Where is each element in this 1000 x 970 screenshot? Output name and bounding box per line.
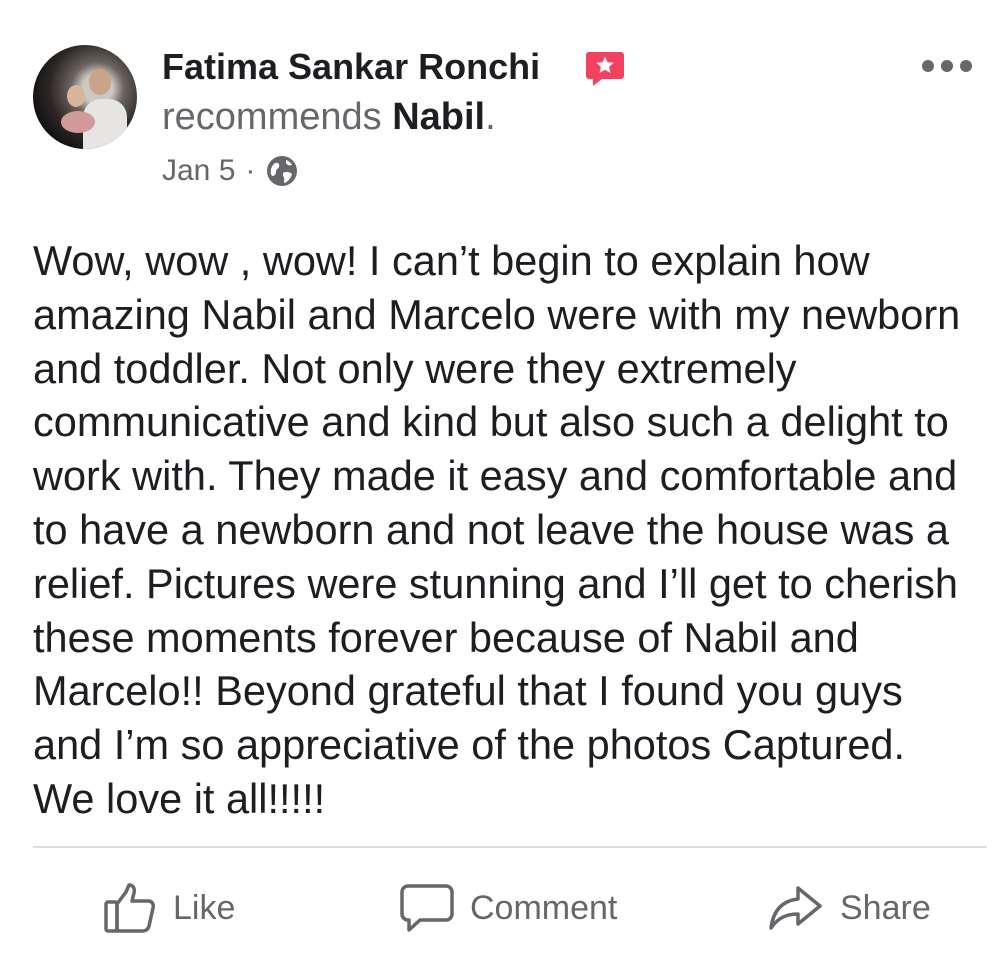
- like-button[interactable]: Like: [103, 878, 235, 938]
- like-label: Like: [173, 888, 236, 927]
- more-dot: [941, 60, 953, 72]
- post-date[interactable]: Jan 5: [162, 154, 235, 188]
- post-body-text: Wow, wow , wow! I can’t begin to explain…: [33, 237, 961, 822]
- more-dot: [960, 60, 972, 72]
- avatar-photo-baby: [61, 111, 95, 133]
- comment-label: Comment: [470, 888, 618, 927]
- more-dot: [922, 60, 934, 72]
- author-name[interactable]: Fatima Sankar Ronchi: [162, 46, 540, 88]
- share-label: Share: [840, 888, 931, 927]
- recommendation-post: Fatima Sankar Ronchi recommends Nabil. J…: [0, 0, 1000, 970]
- share-button[interactable]: Share: [768, 878, 931, 938]
- meta-separator: ·: [245, 154, 256, 187]
- recommendation-suffix: .: [485, 96, 496, 138]
- recommendation-line: recommends Nabil.: [162, 96, 496, 139]
- avatar-photo-person: [67, 85, 85, 107]
- divider: [33, 846, 987, 848]
- author-avatar[interactable]: [33, 45, 137, 149]
- recommendation-prefix: recommends: [162, 96, 382, 138]
- thumbs-up-icon: [104, 883, 155, 933]
- recommended-page-link[interactable]: Nabil: [392, 96, 485, 138]
- comment-button[interactable]: Comment: [400, 878, 617, 938]
- recommendation-star-icon: [586, 52, 624, 86]
- globe-icon[interactable]: [265, 154, 299, 188]
- more-options-icon[interactable]: [922, 54, 972, 78]
- speech-bubble-icon: [400, 884, 454, 932]
- avatar-photo-person: [89, 69, 111, 95]
- post-meta: Jan 5 ·: [162, 154, 299, 188]
- share-arrow-icon: [769, 886, 822, 930]
